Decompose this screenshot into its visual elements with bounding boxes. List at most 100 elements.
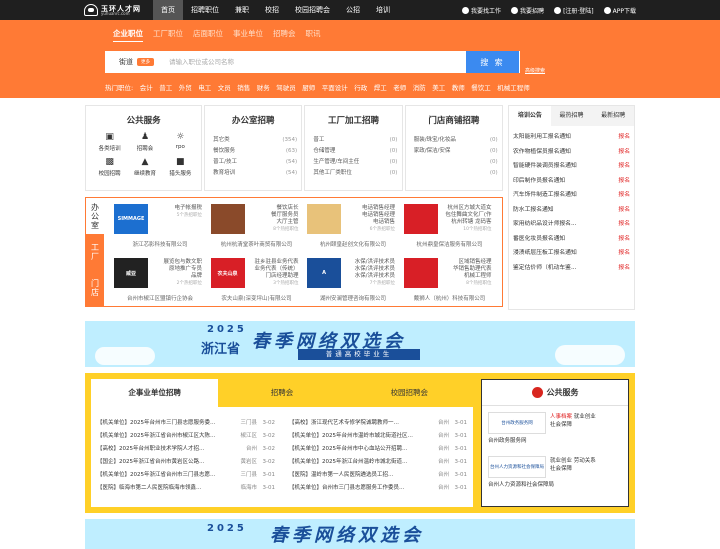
store-jobs-title[interactable]: 门店商铺招聘 — [406, 114, 502, 126]
hot-item[interactable]: 电工 — [198, 82, 211, 92]
list-item[interactable]: 防水工报名通知 报名 — [513, 203, 630, 218]
login-link[interactable]: [注册·登陆] — [554, 6, 594, 15]
list-item[interactable]: 教育培训 (54) — [213, 168, 297, 179]
tab-news[interactable]: 职讯 — [306, 28, 321, 42]
tab-store-jobs[interactable]: 店面职位 — [193, 28, 223, 42]
advanced-search-link[interactable]: 高级搜索 — [525, 67, 545, 74]
nav-public[interactable]: 公招 — [338, 0, 368, 20]
table-row[interactable]: 【机关单位】2025年台州市中心血站公开招聘… 台州 3-01 — [289, 443, 467, 456]
employer-card[interactable]: 餐饮店长 餐厅服务员 大厅主管 8个热招职位 杭州杭清堂茶叶商贸有限公司 — [209, 202, 306, 252]
spring-fair-banner[interactable]: 2025 浙江省 春季网络双选会 普通高校毕业生 — [85, 321, 635, 367]
tab-new-jobs[interactable]: 最新招聘 — [592, 106, 634, 126]
list-item[interactable]: 番医化妆员报名通知 报名 — [513, 232, 630, 247]
city-more[interactable]: 更多 — [137, 58, 154, 66]
office-jobs-title[interactable]: 办公室招聘 — [205, 114, 301, 126]
search-button[interactable]: 搜 索 — [466, 51, 519, 73]
tab-public-institutions[interactable]: 事业单位 — [233, 28, 263, 42]
list-item[interactable]: 鉴定估价师（机动车鉴... 报名 — [513, 261, 630, 276]
table-row[interactable]: 【高校】2025年台州职业技术学院人才招… 台州 3-02 — [97, 443, 275, 456]
app-download-link[interactable]: APP下载 — [603, 6, 636, 15]
table-row[interactable]: 【医院】温岭市第一人民医院遴选员工招… 台州 3-01 — [289, 469, 467, 482]
recruit-link[interactable]: 我要招聘 — [511, 6, 544, 15]
list-item[interactable]: 普工/技工 (54) — [213, 157, 297, 168]
list-item[interactable]: 智能硬件装调员报名通知 报名 — [513, 159, 630, 174]
hot-item[interactable]: 会计 — [140, 82, 153, 92]
hot-item[interactable]: 老师 — [393, 82, 406, 92]
hr-bureau-link[interactable]: 台州人力资源和社会保障局 就业创业 劳动关系 社会保障 台州人力资源和社会保障局 — [488, 456, 622, 494]
tab-institution-jobs[interactable]: 企事业单位招聘 — [91, 379, 219, 407]
list-item[interactable]: 农作物植保员报名通知 报名 — [513, 145, 630, 160]
list-item[interactable]: 服装/珠宝/化妆品 (0) — [414, 135, 498, 146]
table-row[interactable]: 【高校】浙江现代艺术专修学院诚聘教师一… 台州 3-01 — [289, 417, 467, 430]
list-item[interactable]: 仓储管理 (0) — [313, 146, 397, 157]
signup-tag[interactable]: 报名 — [618, 203, 630, 218]
employer-card[interactable]: A 水保/洪评技术员 水保/洪评技术员 水保/洪评技术员 7个热招职位 湖州安澜管理咨询有… — [305, 256, 402, 306]
list-item[interactable]: 家政/保洁/安保 (0) — [414, 146, 498, 157]
table-row[interactable]: 【机关单位】2025年浙江台州温岭市城北街道… 台州 3-01 — [289, 456, 467, 469]
tab-training-notice[interactable]: 培训公告 — [509, 106, 551, 126]
table-row[interactable]: 【机关单位】2025年浙江省台州市椒江区大陈… 椒江区 3-02 — [97, 430, 275, 443]
list-item[interactable]: 印后制作员报名通知 报名 — [513, 174, 630, 189]
service-headhunt[interactable]: ■ 猎头服务 — [163, 156, 198, 177]
nav-training[interactable]: 培训 — [368, 0, 398, 20]
signup-tag[interactable]: 报名 — [618, 174, 630, 189]
hot-item[interactable]: 销售 — [237, 82, 250, 92]
hot-item[interactable]: 教师 — [452, 82, 465, 92]
tab-hot-jobs[interactable]: 最热招聘 — [551, 106, 593, 126]
table-row[interactable]: 【国企】2025年浙江省台州市黄岩区公路… 黄岩区 3-02 — [97, 456, 275, 469]
hot-item[interactable]: 美工 — [432, 82, 445, 92]
nav-jobs[interactable]: 招聘职位 — [183, 0, 227, 20]
list-item[interactable]: 其他工厂类职位 (0) — [313, 168, 397, 179]
employer-card[interactable]: 杭州区方城大道女 包住舞曲文化厂(作 杭州转塘 龙码客 10个热招职位 杭州鼎皇保洁服务… — [402, 202, 499, 252]
list-item[interactable]: 生产管理/车间主任 (0) — [313, 157, 397, 168]
list-item[interactable]: 家用纺织品设计师报名... 报名 — [513, 217, 630, 232]
hot-item[interactable]: 机械工程师 — [497, 82, 530, 92]
employer-card[interactable]: 威亚 展览包与数文职 原地推广专员 品牌 2个热招职位 台州市椒江区盟镇行企协会 — [112, 256, 209, 306]
hot-item[interactable]: 平面设计 — [322, 82, 348, 92]
service-job-fair[interactable]: ♟ 招聘会 — [127, 131, 162, 152]
list-item[interactable]: 浸渍纸层压板工报名通知 报名 — [513, 246, 630, 261]
employer-card[interactable]: 电话销售经理 电话销售经理 电话销售 6个热招职位 杭州颐皇赵创文化有限公司 — [305, 202, 402, 252]
signup-tag[interactable]: 报名 — [618, 159, 630, 174]
signup-tag[interactable]: 报名 — [618, 217, 630, 232]
list-item[interactable]: 餐饮服务 (63) — [213, 146, 297, 157]
service-training[interactable]: ▣ 各类培训 — [92, 131, 127, 152]
signup-tag[interactable]: 报名 — [618, 188, 630, 203]
signup-tag[interactable]: 报名 — [618, 145, 630, 160]
hot-item[interactable]: 财务 — [257, 82, 270, 92]
signup-tag[interactable]: 报名 — [618, 261, 630, 276]
signup-tag[interactable]: 报名 — [618, 232, 630, 247]
signup-tag[interactable]: 报名 — [618, 130, 630, 145]
hot-item[interactable]: 厨师 — [302, 82, 315, 92]
tab-job-fairs[interactable]: 招聘会 — [218, 379, 345, 407]
table-row[interactable]: 【医院】临海市第二人民医院临海市领鑫… 临海市 3-01 — [97, 482, 275, 495]
hot-item[interactable]: 行政 — [354, 82, 367, 92]
signup-tag[interactable]: 报名 — [618, 246, 630, 261]
hot-item[interactable]: 焊工 — [374, 82, 387, 92]
nav-campus-fair[interactable]: 校园招聘会 — [287, 0, 338, 20]
factory-jobs-title[interactable]: 工厂加工招聘 — [305, 114, 401, 126]
employer-card[interactable]: 农夫山泉 驻乡驻县业务代表 业务代表（传统） 门店经理助理 3个热招职位 农夫山泉(深变坪… — [209, 256, 306, 306]
tab-job-fair[interactable]: 招聘会 — [273, 28, 296, 42]
tab-factory[interactable]: 工厂 — [86, 234, 104, 270]
city-select[interactable]: 街道 更多 — [105, 57, 163, 67]
nav-campus[interactable]: 校招 — [257, 0, 287, 20]
tab-store[interactable]: 门店 — [86, 270, 104, 306]
tab-campus-fairs[interactable]: 校园招聘会 — [346, 379, 473, 407]
table-row[interactable]: 【机关单位】2025年浙江省台州市三门县志愿… 三门县 3-01 — [97, 469, 275, 482]
hot-item[interactable]: 外贸 — [179, 82, 192, 92]
find-job-link[interactable]: 我要找工作 — [462, 6, 501, 15]
tab-company-jobs[interactable]: 企业职位 — [113, 28, 143, 42]
hot-item[interactable]: 消防 — [413, 82, 426, 92]
employer-card[interactable]: SIMMAGE 电子帐报税 5个热招职位 浙江芯影科技有限公司 — [112, 202, 209, 252]
site-logo[interactable]: 玉环人才网 yuhuanrc.com — [84, 2, 144, 18]
list-item[interactable]: 汽车饰件制造工报名通知 报名 — [513, 188, 630, 203]
service-campus[interactable]: ▩ 校园招聘 — [92, 156, 127, 177]
spring-fair-banner-2[interactable]: 2025 春季网络双选会 — [85, 519, 635, 549]
service-rpo[interactable]: ☼ rpo — [163, 131, 198, 152]
list-item[interactable]: 普工 (0) — [313, 135, 397, 146]
list-item[interactable]: 太阳能利用工报名通知 报名 — [513, 130, 630, 145]
hot-item[interactable]: 文员 — [218, 82, 231, 92]
hot-item[interactable]: 餐饮工 — [471, 82, 491, 92]
list-item[interactable]: 其它类 (354) — [213, 135, 297, 146]
